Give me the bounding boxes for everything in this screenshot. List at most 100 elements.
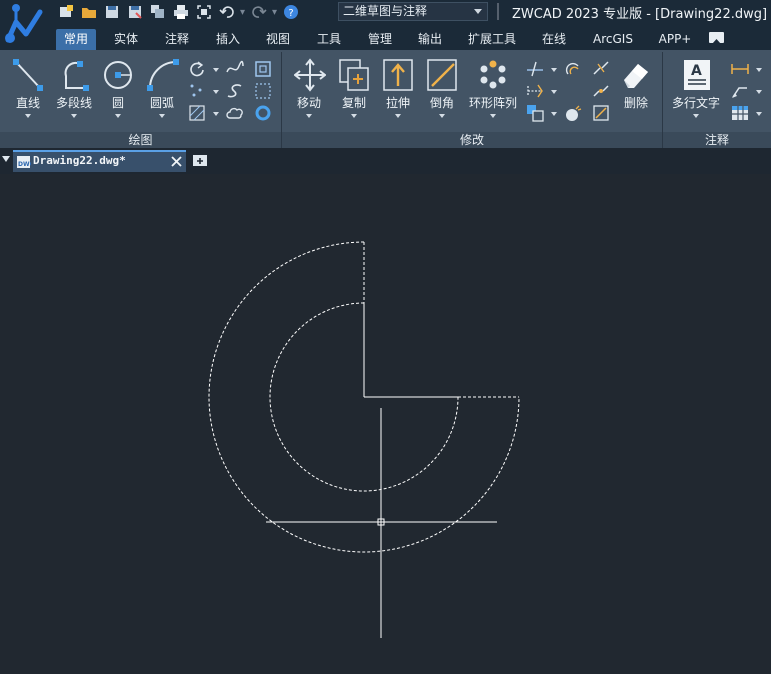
annotation-small-tools bbox=[728, 58, 768, 128]
save-as-icon bbox=[128, 6, 142, 19]
tab-manage[interactable]: 管理 bbox=[359, 29, 401, 50]
arc-label: 圆弧 bbox=[149, 96, 174, 110]
leader-icon bbox=[732, 87, 747, 98]
close-icon[interactable] bbox=[171, 156, 182, 167]
line-button[interactable]: 直线 bbox=[6, 56, 50, 122]
save-as-button[interactable] bbox=[125, 3, 144, 22]
polyline-button[interactable]: 多段线 bbox=[50, 56, 98, 122]
rotate-button[interactable] bbox=[188, 60, 206, 78]
arc-button[interactable]: 圆弧 bbox=[140, 56, 184, 122]
modify-panel-title[interactable]: 修改 bbox=[282, 132, 662, 148]
document-tab[interactable]: DWG Drawing22.dwg* bbox=[13, 150, 186, 172]
dimension-dropdown-icon[interactable] bbox=[756, 68, 762, 72]
new-tab-button[interactable] bbox=[192, 152, 209, 168]
app-logo[interactable] bbox=[0, 0, 52, 50]
help-icon: ? bbox=[283, 5, 298, 19]
undo-icon bbox=[218, 6, 234, 18]
circle-label: 圆 bbox=[111, 96, 124, 110]
circle-dropdown-icon bbox=[115, 114, 121, 118]
extend-dropdown-icon[interactable] bbox=[551, 90, 557, 94]
hatch-dropdown-icon[interactable] bbox=[213, 112, 219, 116]
table-dropdown-icon[interactable] bbox=[756, 112, 762, 116]
ribbon-tab-bar: 常用 实体 注释 插入 视图 工具 管理 输出 扩展工具 在线 ArcGIS A… bbox=[52, 25, 771, 50]
redo-dropdown-icon[interactable]: ▾ bbox=[272, 7, 277, 18]
polar-array-dropdown-icon bbox=[490, 114, 496, 118]
undo-dropdown-icon[interactable]: ▾ bbox=[240, 7, 245, 18]
leader-button[interactable] bbox=[730, 82, 750, 100]
spline-button[interactable] bbox=[226, 60, 244, 78]
drawing-canvas[interactable] bbox=[0, 174, 771, 674]
mtext-button[interactable]: A 多行文字 bbox=[666, 56, 726, 122]
hatch-icon bbox=[189, 105, 205, 121]
workspace-select[interactable]: 二维草图与注释 bbox=[338, 2, 488, 21]
revcloud-button[interactable] bbox=[226, 104, 244, 122]
table-button[interactable] bbox=[730, 104, 750, 122]
batch-plot-button[interactable] bbox=[148, 3, 167, 22]
rotate-dropdown-icon[interactable] bbox=[213, 68, 219, 72]
hatch-button[interactable] bbox=[188, 104, 206, 122]
copy-button[interactable]: 复制 bbox=[333, 56, 375, 122]
annotation-panel-title[interactable]: 注释 bbox=[663, 132, 771, 148]
array-dropdown-icon[interactable] bbox=[551, 112, 557, 116]
offset-button[interactable] bbox=[564, 60, 582, 78]
polar-array-button[interactable]: 环形阵列 bbox=[464, 56, 522, 122]
draw-panel-title[interactable]: 绘图 bbox=[0, 132, 281, 148]
tab-output[interactable]: 输出 bbox=[409, 29, 451, 50]
trim-button[interactable] bbox=[526, 60, 544, 78]
tab-app-plus[interactable]: APP+ bbox=[651, 29, 699, 50]
zoom-extents-button[interactable] bbox=[194, 3, 213, 22]
tab-view[interactable]: 视图 bbox=[257, 29, 299, 50]
tab-arcgis[interactable]: ArcGIS bbox=[587, 29, 639, 50]
minimize-ribbon-button[interactable] bbox=[709, 32, 724, 44]
stretch-button[interactable]: 拉伸 bbox=[377, 56, 419, 122]
tab-extensions[interactable]: 扩展工具 bbox=[460, 29, 524, 50]
edit-pline-button[interactable] bbox=[592, 104, 610, 122]
drawing-area[interactable] bbox=[0, 174, 771, 674]
polar-array-icon bbox=[480, 60, 506, 89]
region-button[interactable] bbox=[254, 60, 272, 78]
document-tab-label: Drawing22.dwg* bbox=[33, 154, 126, 167]
extend-icon bbox=[527, 84, 543, 98]
join-button[interactable] bbox=[592, 82, 610, 100]
new-file-button[interactable] bbox=[56, 3, 75, 22]
open-file-button[interactable] bbox=[79, 3, 98, 22]
break-button[interactable] bbox=[592, 60, 610, 78]
trim-dropdown-icon[interactable] bbox=[551, 68, 557, 72]
redo-button[interactable] bbox=[249, 3, 268, 22]
document-list-dropdown-icon[interactable] bbox=[2, 156, 10, 162]
array-button[interactable] bbox=[526, 104, 544, 122]
tab-annotate[interactable]: 注释 bbox=[156, 29, 198, 50]
donut-button[interactable] bbox=[254, 104, 272, 122]
save-button[interactable] bbox=[102, 3, 121, 22]
move-icon bbox=[294, 58, 326, 92]
xline-icon bbox=[227, 84, 242, 98]
circle-button[interactable]: 圆 bbox=[98, 56, 138, 122]
mtext-icon: A bbox=[684, 60, 710, 90]
undo-button[interactable] bbox=[217, 3, 236, 22]
dwg-file-icon: DWG bbox=[17, 156, 31, 168]
tab-online[interactable]: 在线 bbox=[533, 29, 575, 50]
print-button[interactable] bbox=[171, 3, 190, 22]
explode-icon bbox=[566, 105, 582, 121]
chevron-down-icon bbox=[474, 9, 482, 14]
tab-tools[interactable]: 工具 bbox=[308, 29, 350, 50]
polyline-dropdown-icon bbox=[71, 114, 77, 118]
linear-dim-button[interactable] bbox=[730, 60, 750, 78]
xline-button[interactable] bbox=[226, 82, 244, 100]
tab-solid[interactable]: 实体 bbox=[105, 29, 147, 50]
point-dropdown-icon[interactable] bbox=[213, 90, 219, 94]
tab-home[interactable]: 常用 bbox=[56, 29, 96, 50]
leader-dropdown-icon[interactable] bbox=[756, 90, 762, 94]
boundary-button[interactable] bbox=[254, 82, 272, 100]
chamfer-button[interactable]: 倒角 bbox=[421, 56, 463, 122]
save-icon bbox=[105, 6, 118, 18]
move-button[interactable]: 移动 bbox=[288, 56, 330, 122]
svg-text:A: A bbox=[691, 63, 702, 79]
extend-button[interactable] bbox=[526, 82, 544, 100]
help-button[interactable]: ? bbox=[281, 3, 300, 22]
explode-button[interactable] bbox=[564, 104, 582, 122]
crosshair-cursor bbox=[266, 408, 497, 638]
point-button[interactable] bbox=[188, 82, 206, 100]
tab-insert[interactable]: 插入 bbox=[207, 29, 249, 50]
erase-button[interactable]: 删除 bbox=[614, 56, 658, 122]
